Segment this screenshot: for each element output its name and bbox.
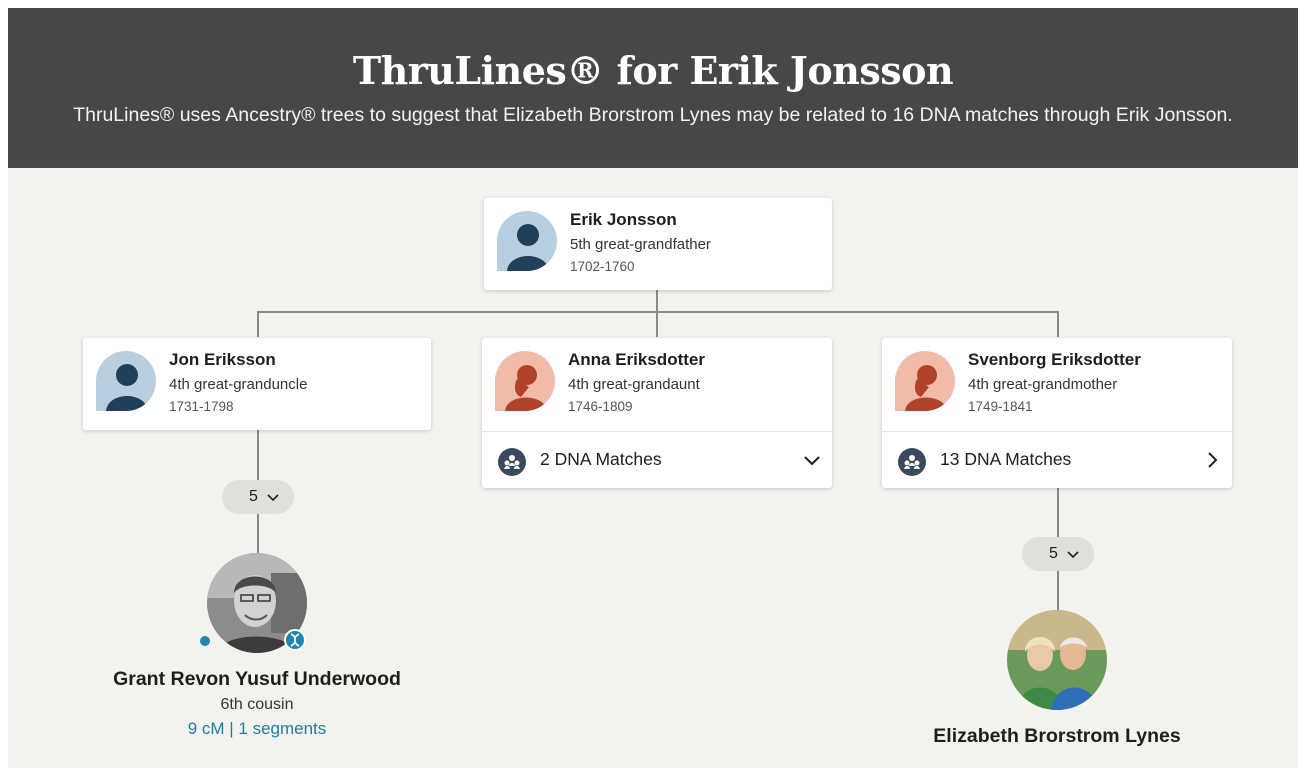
ancestor-name: Jon Eriksson <box>169 350 276 369</box>
page-title: ThruLines® for Erik Jonsson <box>352 48 954 93</box>
home-person-avatar[interactable] <box>1007 610 1107 710</box>
ancestor-card-erik-jonsson[interactable]: Erik Jonsson 5th great-grandfather 1702-… <box>484 198 832 290</box>
connector-left-down <box>257 311 259 337</box>
dna-badge-icon[interactable] <box>284 629 306 651</box>
generations-pill-right[interactable]: 5 <box>1022 537 1094 571</box>
dna-matches-label: 13 DNA Matches <box>940 449 1072 469</box>
shared-dna-link[interactable]: 9 cM | 1 segments <box>77 719 437 739</box>
connector-mid-down <box>656 311 658 337</box>
ancestor-person[interactable]: Anna Eriksdotter 4th great-grandaunt 174… <box>482 338 832 430</box>
home-person-name[interactable]: Elizabeth Brorstrom Lynes <box>877 725 1237 748</box>
dna-matches-icon <box>898 448 926 476</box>
chevron-down-icon <box>1066 547 1080 561</box>
ancestor-dates: 1731-1798 <box>169 399 234 414</box>
ancestor-person[interactable]: Svenborg Eriksdotter 4th great-grandmoth… <box>882 338 1232 430</box>
generations-pill-left[interactable]: 5 <box>222 480 294 514</box>
dna-matches-icon <box>498 448 526 476</box>
chevron-down-icon <box>266 490 280 504</box>
ancestor-card-anna-eriksdotter[interactable]: Anna Eriksdotter 4th great-grandaunt 174… <box>482 338 832 488</box>
chevron-right-icon[interactable] <box>1202 450 1222 470</box>
ancestor-name: Erik Jonsson <box>570 210 677 229</box>
ancestor-dates: 1702-1760 <box>570 259 635 274</box>
male-silhouette-icon <box>96 351 156 411</box>
ancestor-relationship: 4th great-grandaunt <box>568 376 700 393</box>
connector-right-down <box>1057 311 1059 337</box>
tree-canvas: Erik Jonsson 5th great-grandfather 1702-… <box>8 168 1298 768</box>
generations-count: 5 <box>1049 545 1058 562</box>
ancestor-card-svenborg-eriksdotter[interactable]: Svenborg Eriksdotter 4th great-grandmoth… <box>882 338 1232 488</box>
ancestor-name: Anna Eriksdotter <box>568 350 705 369</box>
page-subtitle: ThruLines® uses Ancestry® trees to sugge… <box>73 104 1233 126</box>
female-silhouette-icon <box>495 351 555 411</box>
dna-matches-toggle[interactable]: 2 DNA Matches <box>482 431 832 488</box>
ancestor-dates: 1746-1809 <box>568 399 633 414</box>
thrulines-header: ThruLines® for Erik Jonsson ThruLines® u… <box>8 8 1298 168</box>
ancestor-relationship: 5th great-grandfather <box>570 236 711 253</box>
connector-root-down <box>656 290 658 312</box>
dna-matches-toggle[interactable]: 13 DNA Matches <box>882 431 1232 488</box>
chevron-down-icon[interactable] <box>802 450 822 470</box>
match-name[interactable]: Grant Revon Yusuf Underwood <box>77 668 437 691</box>
generations-count: 5 <box>249 488 258 505</box>
dna-matches-label: 2 DNA Matches <box>540 449 662 469</box>
match-relationship: 6th cousin <box>220 696 294 713</box>
female-silhouette-icon <box>895 351 955 411</box>
ancestor-relationship: 4th great-grandmother <box>968 376 1118 393</box>
ancestor-name: Svenborg Eriksdotter <box>968 350 1141 369</box>
ancestor-card-jon-eriksson[interactable]: Jon Eriksson 4th great-granduncle 1731-1… <box>83 338 431 430</box>
ancestor-relationship: 4th great-granduncle <box>169 376 308 393</box>
male-silhouette-icon <box>497 211 557 271</box>
ancestor-person[interactable]: Jon Eriksson 4th great-granduncle 1731-1… <box>83 338 431 430</box>
online-status-dot <box>200 636 210 646</box>
ancestor-dates: 1749-1841 <box>968 399 1033 414</box>
ancestor-person[interactable]: Erik Jonsson 5th great-grandfather 1702-… <box>484 198 832 290</box>
